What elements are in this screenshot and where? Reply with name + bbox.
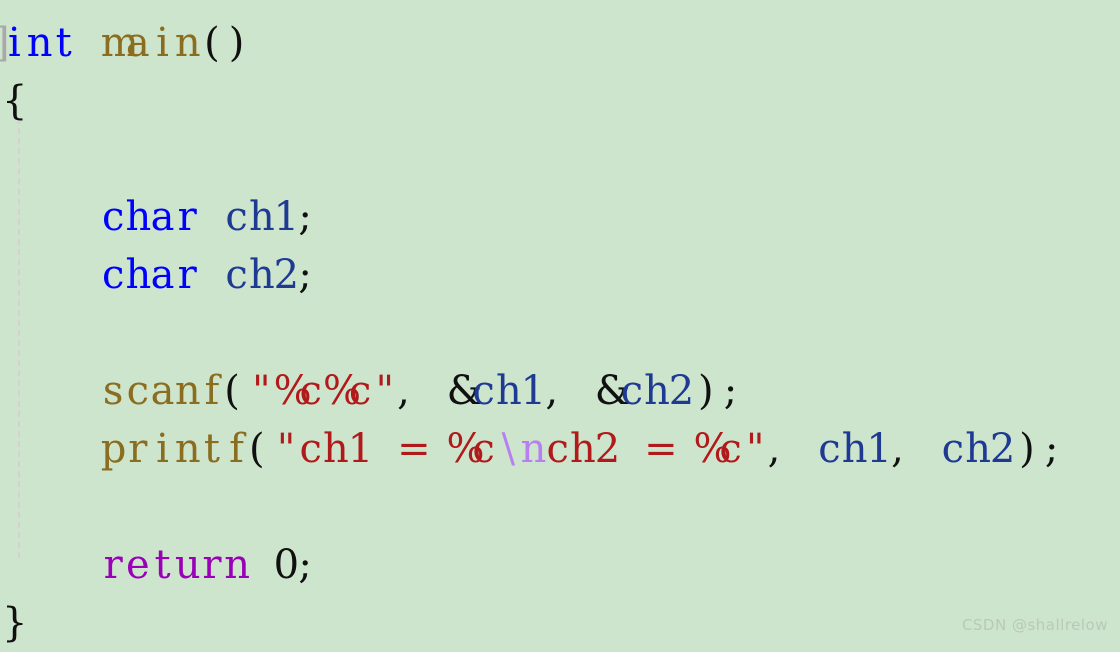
code-token: \ n	[501, 426, 547, 472]
code-block[interactable]: int m a i n(){ char c h 1; char c h 2; s c a n f("%…	[0, 0, 1120, 652]
code-token: ch2	[941, 426, 1016, 472]
code-line[interactable]	[0, 478, 1120, 536]
code-token: scanf	[102, 368, 220, 414]
code-token: char	[101, 194, 197, 240]
code-token: ch1	[818, 426, 892, 472]
code-line[interactable]: char c h 2;	[0, 246, 1120, 304]
code-token: " c h 1 = % c	[276, 426, 495, 472]
code-token: ;	[298, 252, 312, 298]
code-token: (	[248, 426, 265, 472]
code-token: ;	[298, 194, 312, 240]
code-token: main	[100, 20, 201, 66]
code-token: ()	[204, 20, 245, 66]
code-token: printf	[100, 426, 244, 472]
code-token: ch1	[472, 368, 547, 414]
code-line[interactable]	[0, 304, 1120, 362]
code-editor[interactable]: ] int main(){ char ch1; char ch2; scanf(…	[0, 0, 1120, 646]
code-token: );	[1019, 426, 1059, 472]
code-token: 0	[273, 542, 300, 588]
code-token: int	[7, 20, 72, 66]
code-token: "% c% c "	[252, 368, 394, 414]
code-line[interactable]: return 0;	[0, 536, 1120, 594]
code-token: ch1	[225, 194, 300, 240]
code-token: ,	[891, 426, 917, 472]
code-line[interactable]: }	[0, 594, 1120, 652]
code-line[interactable]: char c h 1;	[0, 188, 1120, 246]
code-token: char	[101, 252, 197, 298]
code-token: &	[446, 368, 483, 414]
code-token: return	[103, 542, 250, 588]
code-line[interactable]: p r i n t f(" c h 1 = % c \ n c h 2 = % c ", ch1, c h 2);	[0, 420, 1120, 478]
code-token: }	[2, 600, 28, 646]
code-token: {	[2, 78, 28, 124]
code-token: );	[698, 368, 738, 414]
code-token: ,	[545, 368, 571, 414]
code-line[interactable]: s c a n f("% c% c ", & c h 1, & c h 2);	[0, 362, 1120, 420]
code-token: (	[224, 368, 240, 414]
code-line[interactable]: {	[0, 72, 1120, 130]
code-token: ch2	[225, 252, 300, 298]
code-line[interactable]	[0, 130, 1120, 188]
code-line[interactable]: int m a i n()	[0, 14, 1120, 72]
code-token: ch2	[620, 368, 695, 414]
code-token: ,	[397, 368, 423, 414]
watermark: CSDN @shallrelow	[961, 616, 1108, 634]
code-token: ,	[767, 426, 794, 472]
code-token: &	[594, 368, 631, 414]
code-token: ch2 = % c "	[546, 426, 765, 472]
code-token: ;	[298, 542, 312, 588]
